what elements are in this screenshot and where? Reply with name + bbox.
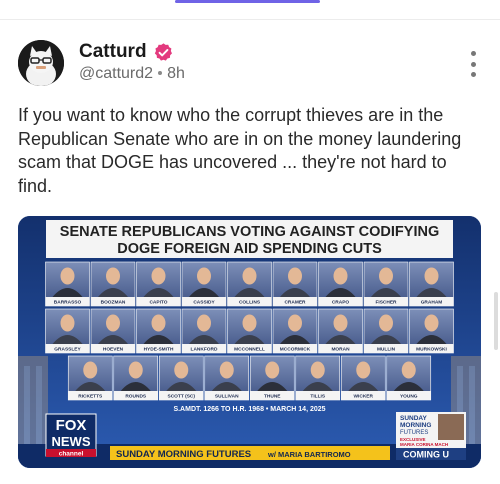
ticker-show-name: SUNDAY MORNING FUTURES — [116, 449, 251, 460]
headline-line1: SENATE REPUBLICANS VOTING AGAINST CODIFY… — [60, 224, 439, 240]
news-graphic: SENATE REPUBLICANS VOTING AGAINST CODIFY… — [18, 216, 481, 468]
senator-portrait: WICKER — [340, 355, 386, 401]
logo-fox: FOX — [56, 417, 87, 434]
senator-name: MULLIN — [377, 347, 396, 353]
senator-name: MCCORMICK — [280, 347, 311, 353]
senator-name: CASSIDY — [193, 300, 215, 306]
senator-portrait: CRAMER — [272, 261, 318, 307]
senator-portrait: COLLINS — [227, 261, 272, 307]
senator-name: THUNE — [264, 394, 281, 400]
senator-portrait: YOUNG — [386, 355, 432, 401]
senator-portrait: HYDE-SMITH — [136, 308, 181, 354]
senator-portrait: ROUNDS — [113, 355, 159, 401]
post-header: Catturd @catturd2 8h — [18, 38, 482, 88]
senator-portrait: RICKETTS — [67, 355, 113, 401]
senator-name: CAPITO — [149, 300, 167, 306]
promo-line2: MORNING — [400, 422, 431, 429]
senator-portrait: MORAN — [318, 308, 363, 354]
more-dot-icon — [470, 72, 476, 77]
senator-portrait: HOEVEN — [90, 308, 136, 354]
senator-name: MCCONNELL — [234, 347, 265, 353]
verified-badge-icon — [154, 42, 172, 61]
post-media-image[interactable]: SENATE REPUBLICANS VOTING AGAINST CODIFY… — [18, 216, 481, 468]
senator-name: LANKFORD — [191, 347, 218, 353]
senator-name: CRAPO — [332, 300, 350, 306]
senator-portrait: CRAPO — [318, 261, 363, 307]
senator-name: WICKER — [354, 394, 374, 400]
promo-line1: SUNDAY — [400, 415, 428, 422]
author-name-text[interactable]: Catturd — [79, 41, 147, 63]
author-meta: @catturd2 8h — [79, 65, 185, 83]
promo-coming: COMING U — [403, 450, 449, 460]
promo-box: SUNDAY MORNING FUTURES EXCLUSIVE MARIA C… — [396, 412, 466, 460]
senator-name: BOOZMAN — [101, 300, 126, 306]
senator-name: YOUNG — [400, 394, 418, 400]
senator-portrait: SCOTT (SC) — [158, 355, 204, 401]
senator-portrait: LANKFORD — [181, 308, 227, 354]
more-dot-icon — [470, 61, 476, 67]
senator-name: TILLIS — [310, 394, 325, 400]
senator-portrait: MCCORMICK — [272, 308, 318, 354]
senator-portrait: CAPITO — [136, 261, 181, 307]
senator-name: ROUNDS — [125, 394, 147, 400]
senator-portrait: BOOZMAN — [90, 261, 136, 307]
active-tab-indicator — [175, 0, 320, 3]
separator-dot — [158, 71, 163, 75]
post-body-text: If you want to know who the corrupt thie… — [18, 105, 462, 196]
senator-portrait: SULLIVAN — [204, 355, 250, 401]
senator-portrait: BARRASSO — [45, 261, 90, 307]
logo-news: NEWS — [52, 434, 91, 449]
fox-news-logo: FOX NEWS channel — [45, 413, 97, 458]
senator-name: HYDE-SMITH — [144, 347, 174, 353]
ticker-host-name: w/ MARIA BARTIROMO — [267, 450, 351, 459]
senator-portrait: MULLIN — [363, 308, 409, 354]
avatar[interactable] — [18, 40, 64, 86]
senator-name: MURKOWSKI — [416, 347, 447, 353]
senator-portrait: MCCONNELL — [227, 308, 272, 354]
senator-portrait: MURKOWSKI — [409, 308, 454, 354]
headline-line2: DOGE FOREIGN AID SPENDING CUTS — [117, 241, 382, 257]
logo-channel: channel — [59, 451, 84, 458]
header-divider — [0, 19, 500, 20]
promo-tag2: MARIA CORINA MACH — [400, 442, 448, 447]
senator-name: BARRASSO — [54, 300, 82, 306]
senator-portrait: THUNE — [249, 355, 295, 401]
post-time[interactable]: 8h — [167, 65, 185, 82]
senator-portrait: CASSIDY — [181, 261, 227, 307]
bill-footnote: S.AMDT. 1266 TO H.R. 1968 • MARCH 14, 20… — [173, 406, 325, 413]
author-name[interactable]: Catturd — [79, 41, 174, 63]
author-handle[interactable]: @catturd2 — [79, 65, 153, 82]
senator-name: CRAMER — [284, 300, 306, 306]
senator-name: COLLINS — [239, 300, 261, 306]
senator-portrait: GRAHAM — [409, 261, 454, 307]
promo-line3: FUTURES — [400, 430, 428, 436]
senator-name: FISCHER — [375, 300, 397, 306]
senator-portrait: FISCHER — [363, 261, 409, 307]
more-dot-icon — [470, 51, 476, 56]
more-options-button[interactable] — [466, 51, 480, 77]
scrollbar-thumb[interactable] — [494, 292, 498, 350]
senator-portrait: TILLIS — [295, 355, 341, 401]
senator-name: GRASSLEY — [54, 347, 81, 353]
senator-name: RICKETTS — [78, 394, 103, 400]
senator-name: SULLIVAN — [215, 394, 239, 400]
avatar-cat-image — [18, 40, 64, 86]
senator-name: HOEVEN — [103, 347, 124, 353]
senator-portrait: GRASSLEY — [45, 308, 90, 354]
senator-name: SCOTT (SC) — [168, 394, 196, 400]
senator-name: GRAHAM — [421, 300, 443, 306]
senator-name: MORAN — [331, 347, 350, 353]
